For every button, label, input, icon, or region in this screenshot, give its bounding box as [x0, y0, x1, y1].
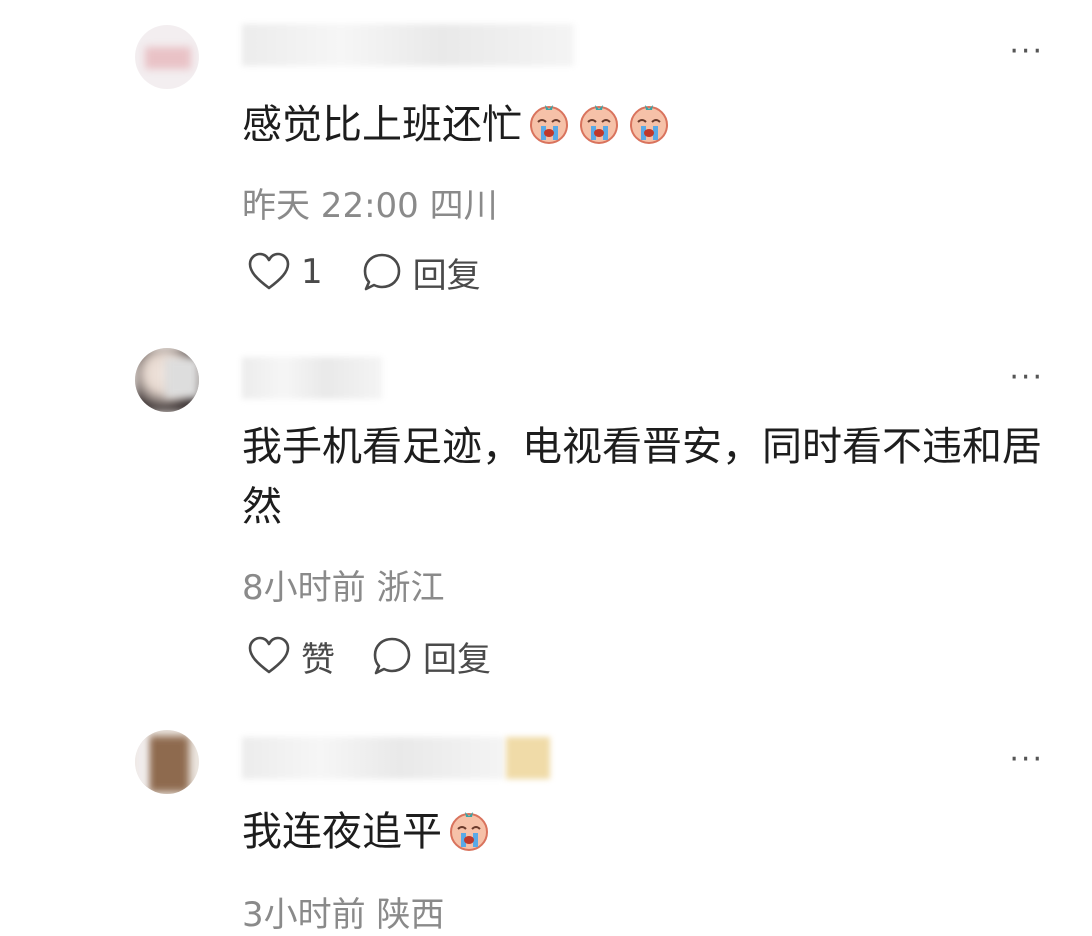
- comment-meta: 8小时前 浙江: [242, 568, 445, 608]
- comment-text-content: 我连夜追平: [242, 809, 442, 855]
- comment-meta: 3小时前 陕西: [242, 895, 445, 935]
- avatar[interactable]: [135, 25, 199, 89]
- like-button[interactable]: 1: [247, 252, 323, 292]
- comment-meta: 昨天 22:00 四川: [242, 186, 498, 226]
- like-count: 1: [301, 252, 323, 292]
- crying-face-emoji-icon: [576, 100, 622, 146]
- comment-text-content: 感觉比上班还忙: [242, 102, 522, 148]
- comment-text: 我手机看足迹，电视看晋安，同时看不违和居然: [242, 424, 1042, 530]
- username-badge-blurred: [506, 737, 550, 779]
- reply-button[interactable]: 回复: [371, 632, 491, 681]
- more-options-icon[interactable]: ···: [1009, 363, 1044, 393]
- comment-bubble-icon: [373, 637, 411, 675]
- avatar[interactable]: [135, 730, 199, 794]
- emoji-group: [442, 809, 492, 855]
- crying-face-emoji-icon: [526, 100, 572, 146]
- username-blurred[interactable]: [242, 737, 504, 779]
- emoji-group: [522, 102, 672, 148]
- heart-icon: [248, 636, 290, 674]
- comment-bubble-icon: [363, 253, 400, 291]
- reply-button[interactable]: 回复: [361, 248, 481, 297]
- heart-icon: [248, 252, 290, 290]
- reply-label: 回复: [412, 255, 481, 296]
- more-options-icon[interactable]: ···: [1009, 745, 1044, 775]
- comment-actions: 1 回复: [247, 248, 481, 297]
- username-blurred[interactable]: [242, 357, 382, 399]
- more-options-icon[interactable]: ···: [1009, 37, 1044, 67]
- crying-face-emoji-icon: [626, 100, 672, 146]
- like-label: 赞: [301, 639, 335, 680]
- comment-text: 我连夜追平: [242, 802, 1052, 862]
- comment-text: 感觉比上班还忙: [242, 95, 1052, 155]
- reply-label: 回复: [423, 639, 491, 680]
- like-button[interactable]: 赞: [247, 632, 335, 681]
- crying-face-emoji-icon: [446, 807, 492, 853]
- comment-actions: 赞 回复: [247, 632, 491, 681]
- username-blurred[interactable]: [242, 24, 574, 66]
- avatar[interactable]: [135, 348, 199, 412]
